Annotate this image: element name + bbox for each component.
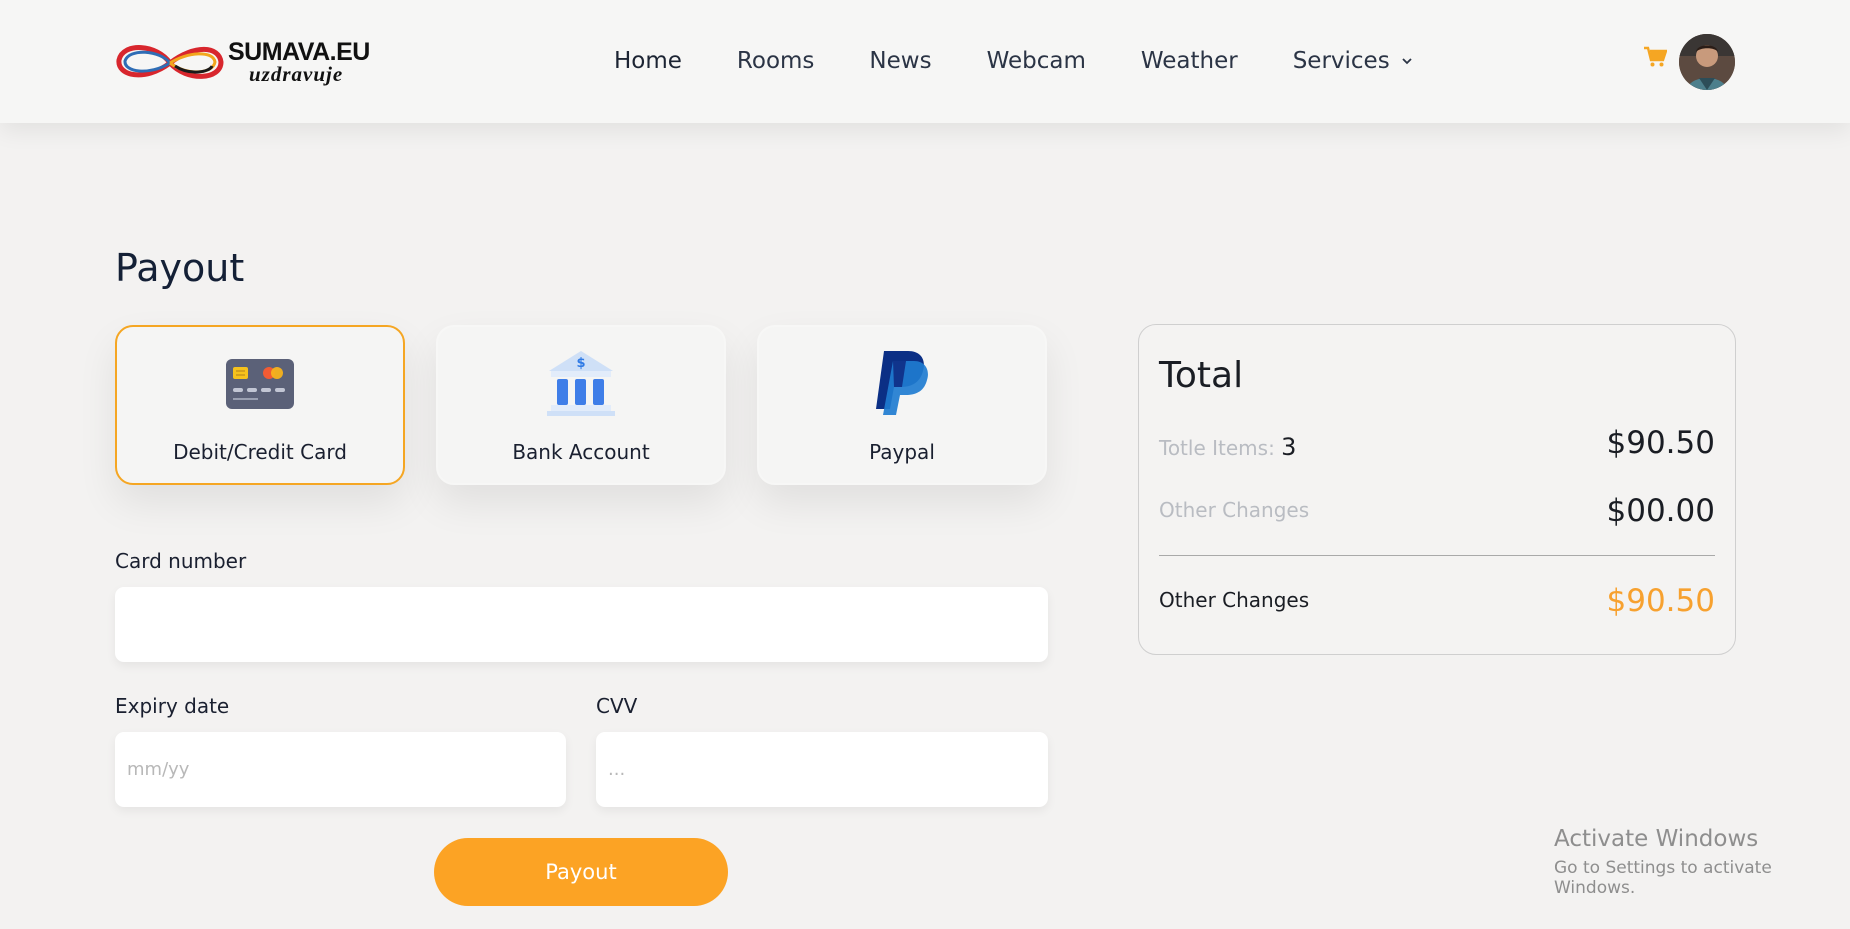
items-row-label: Totle Items: 3 — [1159, 433, 1296, 461]
chevron-down-icon — [1402, 58, 1412, 65]
nav-webcam-label: Webcam — [986, 48, 1086, 74]
total-title: Total — [1159, 355, 1244, 396]
windows-activation-watermark: Activate Windows Go to Settings to activ… — [1554, 826, 1850, 898]
paypal-icon — [876, 351, 928, 415]
avatar-icon — [1679, 34, 1735, 90]
svg-text:$: $ — [576, 356, 585, 371]
expiry-date-label: Expiry date — [115, 694, 230, 718]
nav-services-label: Services — [1292, 48, 1390, 74]
total-summary-card: Total Totle Items: 3 $90.50 Other Change… — [1138, 324, 1736, 655]
final-total-label: Other Changes — [1159, 588, 1310, 612]
watermark-title: Activate Windows — [1554, 826, 1759, 852]
infinity-logo-icon — [116, 45, 224, 79]
payment-method-card[interactable]: Debit/Credit Card — [115, 325, 405, 485]
cvv-label: CVV — [596, 694, 638, 718]
nav-rooms[interactable]: Rooms — [737, 48, 814, 74]
other-changes-label: Other Changes — [1159, 498, 1310, 522]
nav-weather[interactable]: Weather — [1141, 48, 1238, 74]
payment-method-bank-label: Bank Account — [512, 440, 650, 464]
items-label: Totle Items: — [1159, 436, 1275, 460]
bank-icon: $ — [547, 351, 615, 416]
credit-card-icon — [226, 359, 294, 409]
payment-method-paypal[interactable]: Paypal — [757, 325, 1047, 485]
nav-webcam[interactable]: Webcam — [987, 48, 1086, 74]
payment-method-card-label: Debit/Credit Card — [173, 440, 347, 464]
nav-news[interactable]: News — [869, 48, 931, 74]
cvv-input[interactable] — [596, 732, 1048, 807]
card-number-label: Card number — [115, 549, 247, 573]
nav-home-label: Home — [614, 48, 682, 74]
top-header: SUMAVA.EU uzdravuje Home Rooms News Webc… — [0, 0, 1850, 123]
total-divider — [1159, 555, 1715, 556]
final-total-value: $90.50 — [1606, 583, 1715, 619]
user-avatar[interactable] — [1679, 34, 1735, 90]
brand-logo[interactable]: SUMAVA.EU uzdravuje — [115, 36, 375, 88]
nav-services[interactable]: Services — [1293, 48, 1412, 74]
payout-button[interactable]: Payout — [434, 838, 728, 906]
nav-news-label: News — [869, 48, 932, 74]
brand-tagline: uzdravuje — [249, 62, 344, 86]
card-number-input[interactable] — [115, 587, 1048, 662]
payment-method-paypal-label: Paypal — [869, 440, 935, 464]
payment-method-bank[interactable]: $ Bank Account — [436, 325, 726, 485]
expiry-date-input[interactable] — [115, 732, 566, 807]
watermark-subtitle: Go to Settings to activate Windows. — [1554, 858, 1772, 898]
main-nav: Home Rooms News Webcam Weather Services — [614, 48, 1467, 74]
nav-home[interactable]: Home — [614, 48, 682, 74]
cart-icon[interactable] — [1643, 46, 1667, 68]
items-value: $90.50 — [1606, 425, 1715, 461]
other-changes-value: $00.00 — [1606, 493, 1715, 529]
items-count: 3 — [1281, 433, 1297, 461]
page-title: Payout — [115, 246, 245, 290]
nav-weather-label: Weather — [1140, 48, 1238, 74]
nav-rooms-label: Rooms — [736, 48, 815, 74]
